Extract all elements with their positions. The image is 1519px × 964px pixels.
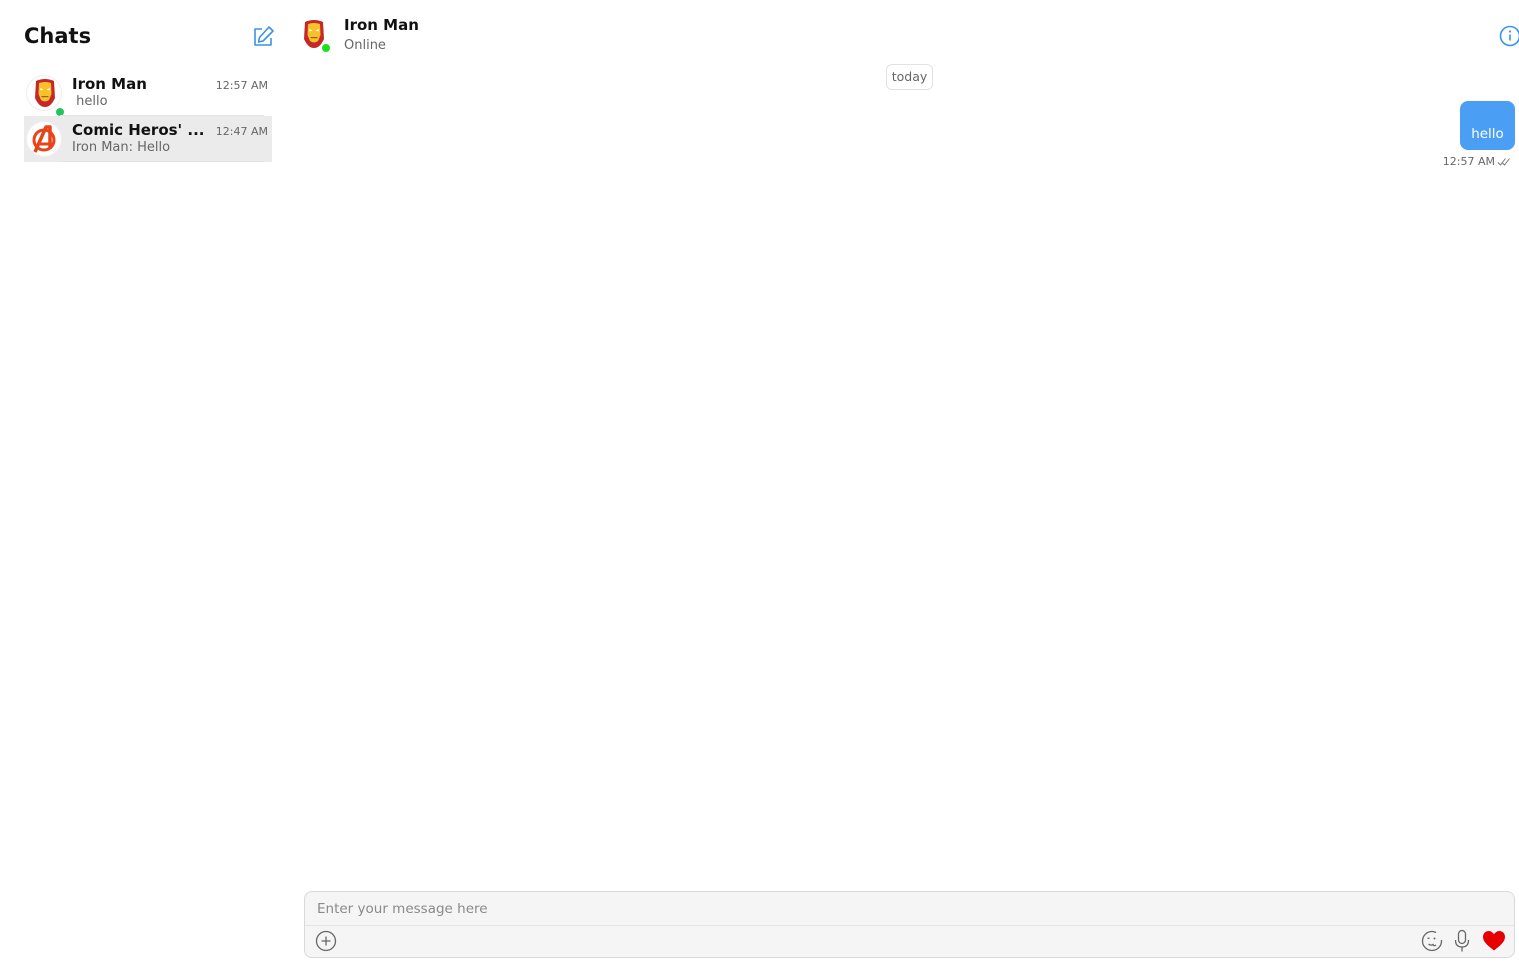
- message-meta: 12:57 AM: [1443, 155, 1511, 168]
- add-attachment-button[interactable]: [314, 929, 338, 953]
- conversation-title: Iron Man: [344, 16, 419, 34]
- send-heart-button[interactable]: [1482, 929, 1506, 953]
- chat-item-name: Comic Heros' ...: [72, 121, 205, 139]
- iron-man-mask-icon: [35, 79, 55, 107]
- outgoing-message-bubble[interactable]: hello: [1460, 101, 1515, 150]
- chat-item-preview: hello: [72, 94, 108, 109]
- compose-edit-icon: [254, 26, 274, 46]
- chat-item-preview: Iron Man: Hello: [72, 140, 171, 155]
- avengers-avatar: [26, 121, 62, 157]
- iron-man-avatar[interactable]: [302, 18, 332, 54]
- double-check-icon: [1497, 157, 1510, 166]
- list-divider: [60, 161, 264, 162]
- voice-message-button[interactable]: [1450, 929, 1474, 953]
- chat-item-time: 12:57 AM: [215, 79, 268, 92]
- chat-list-item-comic-heros[interactable]: Comic Heros' ... Iron Man: Hello 12:47 A…: [24, 116, 272, 162]
- avengers-logo-icon: [32, 125, 56, 153]
- composer-divider: [305, 925, 1514, 926]
- emoji-button[interactable]: [1420, 929, 1444, 953]
- iron-man-avatar: [26, 75, 66, 118]
- chat-item-name: Iron Man: [72, 75, 147, 93]
- chat-list-item-iron-man[interactable]: Iron Man hello 12:57 AM: [24, 70, 272, 118]
- conversation-header: Iron Man Online: [290, 0, 1519, 60]
- message-input[interactable]: [305, 892, 1514, 925]
- sidebar-title: Chats: [24, 24, 92, 48]
- info-button[interactable]: [1497, 24, 1519, 48]
- compose-button[interactable]: [251, 23, 277, 49]
- heart-icon: [1483, 931, 1505, 951]
- info-icon: [1499, 25, 1519, 47]
- message-composer: [304, 891, 1515, 958]
- online-indicator: [320, 42, 332, 54]
- emoji-icon: [1421, 930, 1443, 952]
- message-time: 12:57 AM: [1442, 155, 1495, 168]
- add-circle-icon: [315, 930, 337, 952]
- conversation-status: Online: [344, 38, 386, 53]
- date-separator: today: [886, 64, 933, 90]
- chat-sidebar: Chats Iron Man hello 12:57 AM Comic Hero…: [0, 0, 290, 964]
- chat-item-time: 12:47 AM: [215, 125, 268, 138]
- microphone-icon: [1454, 929, 1470, 952]
